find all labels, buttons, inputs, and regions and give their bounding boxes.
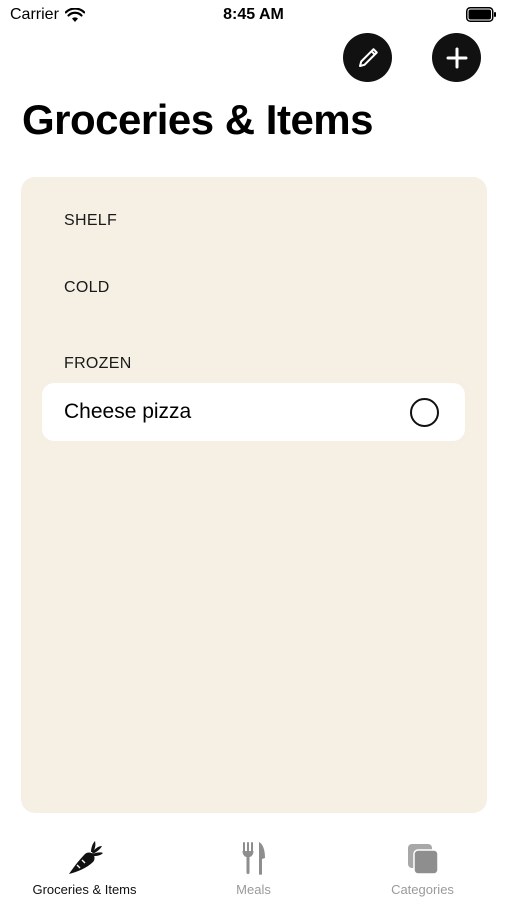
plus-icon — [446, 47, 467, 68]
tab-groceries-items[interactable]: Groceries & Items — [0, 832, 169, 900]
add-button[interactable] — [432, 33, 481, 82]
app-screen: Carrier 8:45 AM Groceries & Items SHELF … — [0, 0, 507, 900]
tab-label: Groceries & Items — [32, 882, 137, 897]
list-item-label: Cheese pizza — [64, 400, 192, 423]
tab-bar: Groceries & Items Meals Categories — [0, 832, 507, 900]
section-header-cold: COLD — [64, 279, 110, 296]
page-title: Groceries & Items — [22, 96, 374, 143]
stacked-squares-icon — [407, 844, 439, 875]
edit-button[interactable] — [343, 33, 392, 82]
status-time: 8:45 AM — [223, 6, 284, 23]
list-item[interactable]: Cheese pizza — [42, 383, 465, 441]
tab-label: Meals — [236, 882, 271, 897]
grocery-list-card: SHELF COLD FROZEN Cheese pizza — [21, 177, 487, 813]
tab-categories[interactable]: Categories — [338, 832, 507, 900]
battery-icon — [466, 7, 496, 22]
carrot-icon — [68, 841, 103, 874]
tab-label: Categories — [391, 882, 454, 897]
tab-meals[interactable]: Meals — [169, 832, 338, 900]
section-header-frozen: FROZEN — [64, 355, 132, 372]
fork-knife-icon — [242, 842, 265, 875]
status-bar: Carrier 8:45 AM — [0, 0, 507, 30]
checkbox-circle-icon[interactable] — [410, 398, 439, 427]
pencil-icon — [358, 47, 378, 67]
section-header-shelf: SHELF — [64, 212, 118, 229]
